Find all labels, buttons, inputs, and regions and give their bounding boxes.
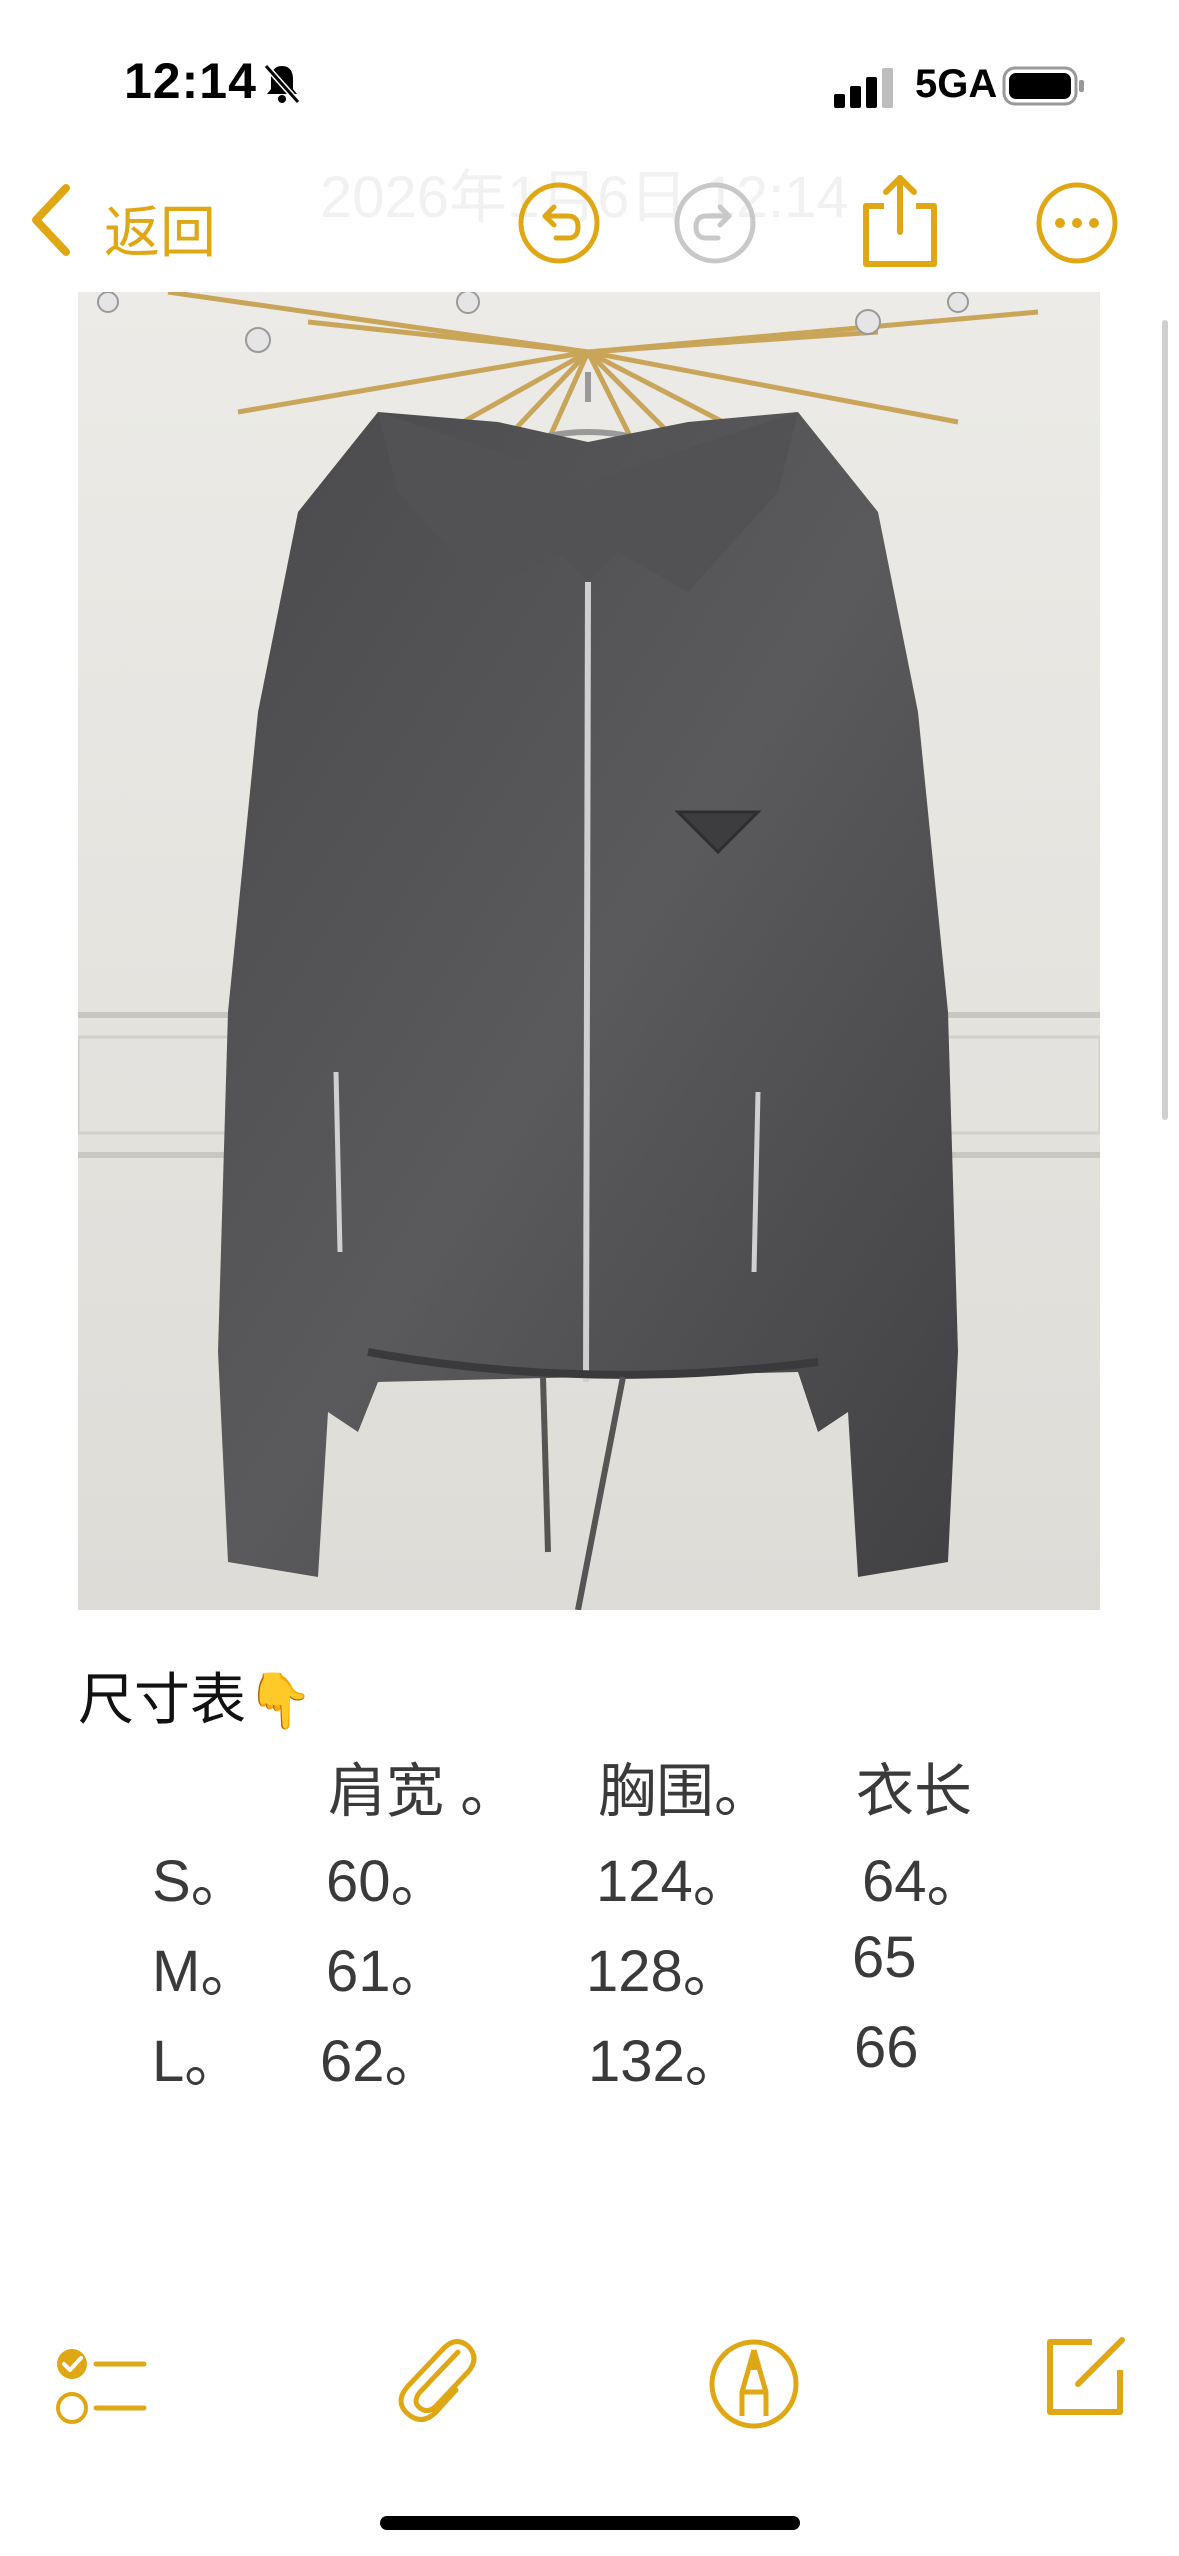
size-chart-title: 尺寸表👇 — [78, 1655, 313, 1736]
chevron-left-icon[interactable] — [24, 180, 76, 260]
scroll-indicator[interactable] — [1162, 320, 1168, 1120]
header-chest: 胸围。 — [598, 1759, 773, 1824]
redo-icon[interactable] — [672, 180, 758, 266]
more-icon[interactable] — [1034, 180, 1120, 266]
row-m-size: M。 — [152, 1939, 259, 2004]
pointing-down-emoji: 👇 — [246, 1671, 314, 1731]
row-m-shoulder: 61。 — [326, 1939, 449, 2004]
row-s-chest: 124。 — [596, 1849, 751, 1914]
home-indicator[interactable] — [380, 2516, 800, 2530]
row-l-chest: 132。 — [588, 2029, 743, 2094]
checklist-icon[interactable] — [52, 2338, 148, 2434]
jacket-photo[interactable] — [78, 292, 1100, 1610]
row-l-length: 66 — [854, 2015, 919, 2080]
size-chart-title-text: 尺寸表 — [78, 1668, 246, 1731]
cellular-signal-icon — [834, 68, 893, 108]
header-length: 衣长 — [856, 1759, 973, 1824]
status-time: 12:14 — [124, 53, 257, 109]
paperclip-icon[interactable] — [386, 2328, 482, 2424]
jacket-image — [78, 292, 1100, 1610]
row-s-shoulder: 60。 — [326, 1849, 449, 1914]
back-button[interactable]: 返回 — [104, 188, 216, 269]
row-m-chest: 128。 — [586, 1939, 741, 2004]
row-m-length: 65 — [852, 1925, 917, 1990]
compose-icon[interactable] — [1036, 2328, 1132, 2424]
row-s-length: 64。 — [862, 1849, 985, 1914]
undo-icon[interactable] — [516, 180, 602, 266]
share-icon[interactable] — [852, 170, 948, 270]
network-type: 5GA — [915, 62, 998, 106]
header-shoulder: 肩宽 。 — [328, 1759, 519, 1824]
row-s-size: S。 — [152, 1849, 249, 1914]
markup-pen-icon[interactable] — [706, 2336, 802, 2432]
row-l-shoulder: 62。 — [320, 2029, 443, 2094]
battery-icon — [1002, 66, 1084, 106]
silent-bell-icon — [263, 64, 301, 104]
row-l-size: L。 — [152, 2029, 243, 2094]
